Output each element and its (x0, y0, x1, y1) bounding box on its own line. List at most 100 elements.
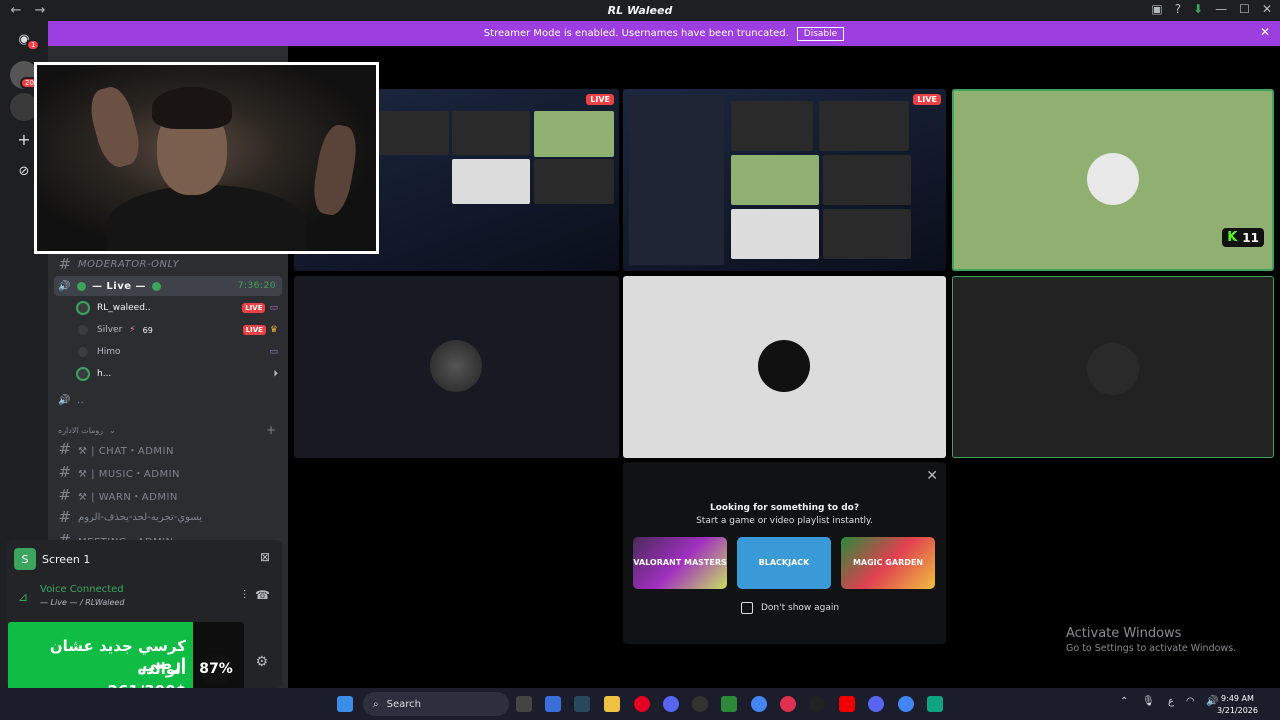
file-explorer-icon[interactable] (604, 696, 620, 712)
checkbox-box[interactable] (741, 602, 753, 614)
app-icon[interactable] (545, 696, 561, 712)
close-button[interactable]: ✕ (1262, 2, 1272, 16)
noise-suppression-icon[interactable]: ⫶ (243, 588, 246, 603)
voice-connected-label: Voice Connected (40, 584, 124, 595)
category-label: رومات الاداره (58, 425, 104, 435)
chrome-icon[interactable] (898, 696, 914, 712)
dont-show-again-checkbox[interactable]: Don't show again (741, 602, 839, 614)
chevron-down-icon: ⌄ (109, 425, 117, 435)
avatar (430, 340, 482, 392)
chrome-icon[interactable] (751, 696, 767, 712)
speaker-icon: 🔊 (58, 394, 71, 406)
microphone-icon[interactable]: 🎙 (1142, 696, 1155, 707)
viewer-count: 11 (1242, 230, 1259, 245)
screen-share-row[interactable]: S Screen 1 (14, 548, 90, 570)
app-icon[interactable] (692, 696, 708, 712)
screen-label: Screen 1 (42, 552, 91, 566)
activity-blackjack[interactable]: BLACKJACK (737, 537, 831, 589)
activity-magic-garden[interactable]: MAGIC GARDEN (841, 537, 935, 589)
youtube-icon[interactable] (839, 696, 855, 712)
member-name: Himo (97, 347, 121, 357)
task-view-icon[interactable] (516, 696, 532, 712)
voice-channel-label: .. (76, 394, 85, 406)
avatar (1087, 343, 1139, 395)
channel-label: MODERATOR-ONLY (78, 258, 180, 270)
boost-icon: ⚡ (129, 325, 136, 335)
pinterest-icon[interactable] (634, 696, 650, 712)
download-icon[interactable]: ⬇ (1193, 2, 1203, 16)
disconnect-icon[interactable]: ☎ (255, 588, 270, 602)
status-dot (76, 281, 86, 291)
windows-start-icon[interactable] (337, 696, 353, 712)
settings-gear-icon[interactable]: ⚙ (255, 654, 268, 670)
voice-channel-live[interactable]: 🔊 — Live — 7:36:20 (54, 276, 282, 296)
hash-icon: # (58, 508, 72, 526)
channel-chat-admin[interactable]: # ⚒ | CHAT・ADMIN (58, 439, 174, 459)
avatar (76, 367, 90, 381)
stream-tile[interactable]: LIVE (623, 89, 946, 271)
discord-icon[interactable] (868, 696, 884, 712)
maximize-button[interactable]: ☐ (1239, 2, 1250, 16)
status-dot (152, 281, 162, 291)
voice-member[interactable]: Himo ▭ (76, 342, 278, 362)
taskbar-search[interactable]: ⌕ Search (363, 692, 509, 716)
voice-member[interactable]: h... ⏵ (76, 364, 278, 384)
webcam-overlay (34, 62, 379, 254)
channel-label: ⚒ | WARN・ADMIN (78, 491, 178, 503)
language-indicator[interactable]: ع (1168, 696, 1174, 707)
channel-label: يسوي-تجربه-لحد-يحذف-الروم (78, 511, 202, 523)
user-tile[interactable] (623, 276, 946, 458)
user-tile[interactable] (952, 276, 1274, 458)
add-channel-icon[interactable]: + (266, 423, 277, 437)
hash-icon: # (58, 255, 72, 273)
media-icon[interactable] (780, 696, 796, 712)
banner-close-icon[interactable]: ✕ (1260, 25, 1270, 39)
avatar (76, 301, 90, 315)
app-icon[interactable] (927, 696, 943, 712)
steam-icon[interactable] (574, 696, 590, 712)
close-icon[interactable]: ✕ (926, 468, 938, 484)
activities-popup: ✕ Looking for something to do? Start a g… (623, 462, 946, 644)
channel-music-admin[interactable]: # ⚒ | MUSIC・ADMIN (58, 462, 180, 482)
live-badge: LIVE (242, 303, 266, 313)
app-icon[interactable] (809, 696, 825, 712)
user-tile[interactable] (294, 276, 619, 458)
disable-button[interactable]: Disable (796, 26, 845, 41)
crown-icon: ♛ (269, 325, 278, 335)
clock[interactable]: 9:49 AM 3/21/2026 (1217, 693, 1258, 717)
popup-subtitle: Start a game or video playlist instantly… (696, 516, 873, 526)
activity-valorant[interactable]: VALORANT MASTERS (633, 537, 727, 589)
live-badge: LIVE (242, 325, 266, 335)
banner-text: Streamer Mode is enabled. Usernames have… (483, 28, 789, 39)
avatar (76, 345, 90, 359)
streamer-mode-banner: Streamer Mode is enabled. Usernames have… (48, 21, 1280, 46)
channel-moderator-only[interactable]: # MODERATOR-ONLY (58, 254, 179, 274)
avatar (76, 323, 90, 337)
clock-date: 3/21/2026 (1216, 706, 1258, 715)
chevron-up-icon[interactable]: ⌃ (1120, 696, 1128, 707)
voice-member[interactable]: Silver ⚡ 69 LIVE ♛ (76, 320, 278, 340)
wifi-icon[interactable]: ◠ (1186, 696, 1195, 707)
home-badge: 1 (26, 39, 41, 51)
discord-icon[interactable] (663, 696, 679, 712)
stop-stream-icon[interactable]: ⊠ (260, 550, 270, 564)
activate-windows-watermark: Activate Windows Go to Settings to activ… (1066, 626, 1236, 654)
minimize-button[interactable]: — (1215, 2, 1227, 16)
help-icon[interactable]: ? (1175, 2, 1181, 16)
search-icon: ⌕ (373, 698, 379, 710)
windows-taskbar: ⌕ Search ⌃ 🎙 ع ◠ 🔊 9:49 AM 3/21/2026 (0, 688, 1280, 720)
popup-title: Looking for something to do? (709, 503, 860, 513)
voice-timer: 7:36:20 (237, 281, 276, 291)
goal-title-line2: الوالده (137, 660, 186, 678)
voice-channel[interactable]: 🔊 .. (58, 390, 84, 410)
category-header[interactable]: رومات الاداره ⌄ + (58, 420, 276, 440)
app-icon[interactable] (721, 696, 737, 712)
goal-percent: 87% (199, 653, 233, 685)
member-name: RL_waleed.. (97, 303, 151, 313)
channel-test[interactable]: # يسوي-تجربه-لحد-يحذف-الروم (58, 507, 202, 527)
channel-warn-admin[interactable]: # ⚒ | WARN・ADMIN (58, 485, 178, 505)
voice-member[interactable]: RL_waleed.. LIVE ▭ (76, 298, 278, 318)
user-tile-speaking[interactable]: K 11 (952, 89, 1274, 271)
controller-icon: ▭ (269, 303, 278, 313)
inbox-icon[interactable]: ▣ (1151, 2, 1162, 16)
